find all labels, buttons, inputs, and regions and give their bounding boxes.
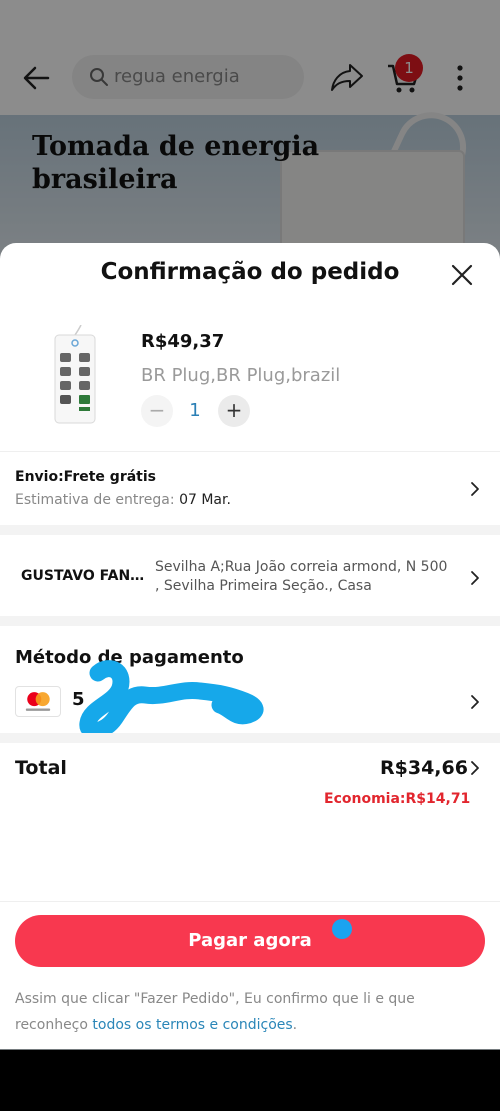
- product-price: R$49,37: [141, 331, 225, 352]
- touch-indicator: [332, 919, 352, 939]
- delivery-estimate-date: 07 Mar.: [179, 492, 231, 508]
- pay-now-button[interactable]: Pagar agora: [15, 915, 485, 967]
- total-value: R$34,66: [380, 757, 468, 779]
- redaction-scribble: [79, 660, 264, 740]
- shipping-label: Envio:Frete grátis: [15, 469, 156, 485]
- total-label: Total: [15, 757, 67, 779]
- close-icon[interactable]: [448, 261, 476, 289]
- delivery-estimate: Estimativa de entrega: 07 Mar.: [15, 492, 231, 508]
- divider: [0, 451, 500, 452]
- delivery-estimate-label: Estimativa de entrega:: [15, 492, 180, 508]
- recipient-name: GUSTAVO FANTI...: [21, 568, 151, 584]
- legal-disclaimer: Assim que clicar "Fazer Pedido", Eu conf…: [15, 986, 485, 1038]
- quantity-decrease-button[interactable]: −: [141, 395, 173, 427]
- address-text: Sevilha A;Rua João correia armond, N 500…: [155, 559, 448, 594]
- section-divider: [0, 733, 500, 743]
- quantity-value: 1: [189, 400, 201, 421]
- chevron-right-icon: [471, 571, 479, 585]
- divider: [0, 901, 500, 902]
- section-divider: [0, 525, 500, 535]
- sheet-title: Confirmação do pedido: [100, 259, 400, 285]
- quantity-increase-button[interactable]: +: [218, 395, 250, 427]
- terms-link[interactable]: todos os termos e condições: [92, 1017, 292, 1033]
- mastercard-logo-icon: [15, 686, 61, 717]
- chevron-right-icon: [471, 761, 479, 775]
- section-divider: [0, 616, 500, 626]
- order-confirmation-sheet: Confirmação do pedido R$49,37 BR Plug,BR…: [0, 243, 500, 1049]
- chevron-right-icon: [471, 695, 479, 709]
- product-image: [54, 325, 96, 424]
- product-variant: BR Plug,BR Plug,brazil: [141, 365, 341, 386]
- savings-amount: Economia:R$14,71: [324, 791, 471, 807]
- chevron-right-icon: [471, 482, 479, 496]
- legal-end: .: [292, 1017, 298, 1033]
